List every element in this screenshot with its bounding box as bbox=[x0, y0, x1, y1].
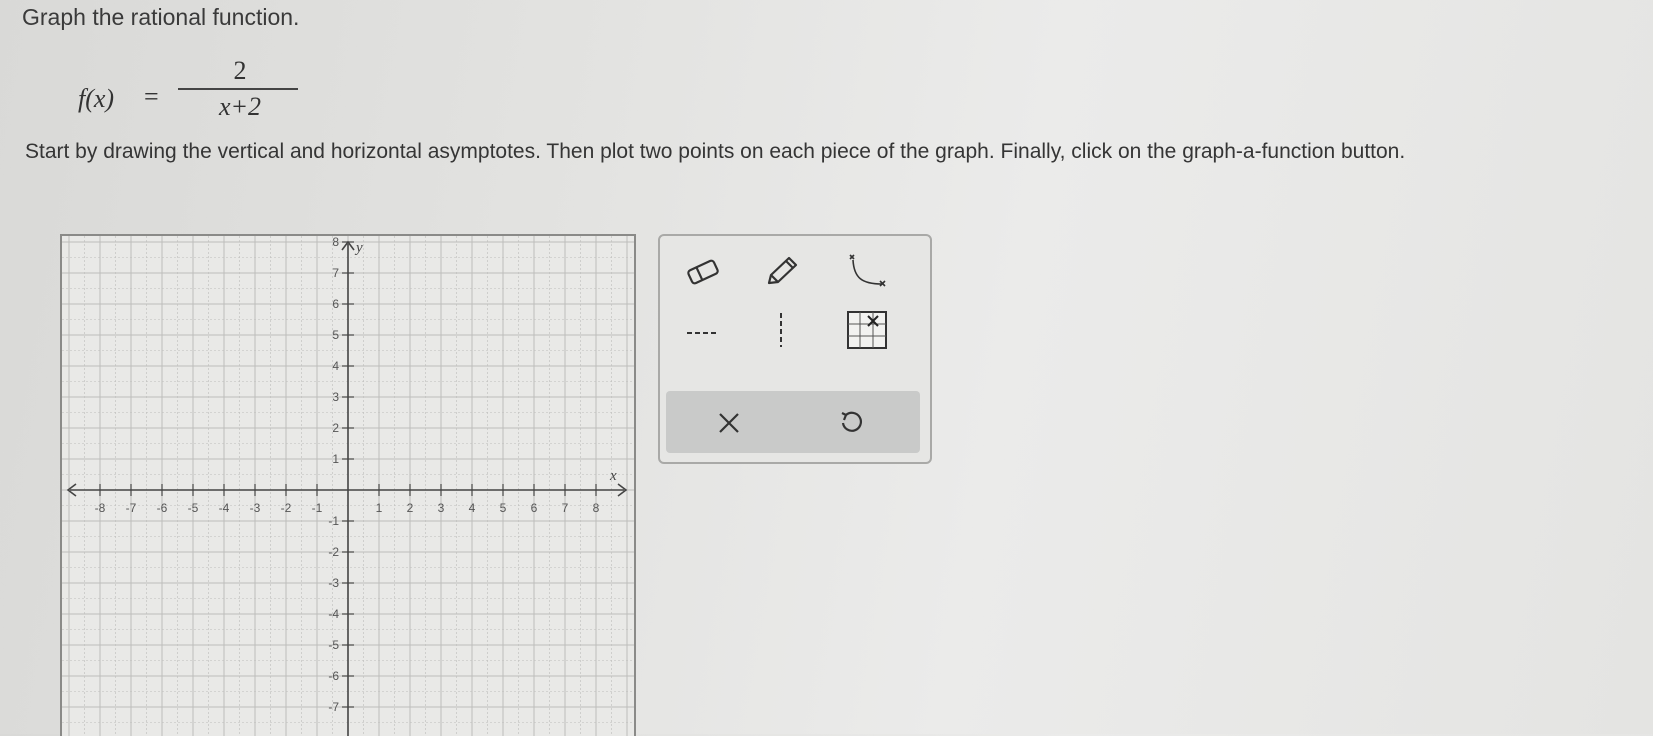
y-tick-label: 7 bbox=[332, 266, 339, 280]
graph-function-icon[interactable] bbox=[836, 248, 896, 296]
fraction-bar bbox=[178, 88, 298, 90]
coordinate-grid[interactable]: x y -8 -7 -6 -5 -4 -3 -2 -1 1 2 3 4 5 6 7 8 8 7 6 5 4 3 2 1 -1 -2 -3… bbox=[62, 236, 634, 736]
graph-canvas[interactable]: x y -8 -7 -6 -5 -4 -3 -2 -1 1 2 3 4 5 6 7 8 8 7 6 5 4 3 2 1 -1 -2 -3… bbox=[60, 234, 636, 736]
y-tick-label: -4 bbox=[328, 607, 339, 621]
x-tick-label: 5 bbox=[500, 501, 507, 515]
denominator: x+2 bbox=[218, 92, 262, 121]
x-tick-label: -6 bbox=[157, 501, 168, 515]
y-tick-label: 8 bbox=[332, 236, 339, 249]
y-tick-label: -1 bbox=[328, 514, 339, 528]
function-lhs: f(x) bbox=[78, 84, 115, 113]
equals-sign: = bbox=[144, 82, 159, 111]
numerator: 2 bbox=[233, 56, 247, 85]
x-tick-label: -2 bbox=[281, 501, 292, 515]
graph-toolbox bbox=[658, 234, 932, 464]
function-formula: f(x) = 2 x+2 bbox=[78, 56, 318, 126]
x-tick-label: 8 bbox=[593, 501, 600, 515]
y-tick-label: 4 bbox=[332, 359, 339, 373]
x-tick-label: 3 bbox=[438, 501, 445, 515]
y-tick-label: 3 bbox=[332, 390, 339, 404]
x-tick-label: -5 bbox=[188, 501, 199, 515]
x-axis-label: x bbox=[609, 468, 617, 484]
y-axis-label: y bbox=[354, 240, 363, 256]
dashed-vertical-line-icon[interactable] bbox=[756, 308, 806, 352]
instructions-text: Start by drawing the vertical and horizo… bbox=[25, 140, 1406, 163]
y-tick-label: 6 bbox=[332, 297, 339, 311]
y-tick-label: 2 bbox=[332, 421, 339, 435]
x-tick-label: 6 bbox=[531, 501, 538, 515]
x-tick-label: 4 bbox=[469, 501, 476, 515]
x-tick-label: -8 bbox=[95, 501, 106, 515]
y-tick-label: 1 bbox=[332, 452, 339, 466]
y-tick-label: 5 bbox=[332, 328, 339, 342]
pencil-icon[interactable] bbox=[756, 250, 806, 294]
dashed-horizontal-line-icon[interactable] bbox=[678, 316, 728, 350]
y-tick-label: -3 bbox=[328, 576, 339, 590]
grid-point-icon[interactable] bbox=[842, 308, 892, 352]
x-tick-label: 2 bbox=[407, 501, 414, 515]
fraction: 2 x+2 bbox=[170, 56, 310, 122]
x-tick-label: 1 bbox=[376, 501, 383, 515]
x-tick-label: -4 bbox=[219, 501, 230, 515]
x-tick-label: -1 bbox=[312, 501, 323, 515]
question-title: Graph the rational function. bbox=[22, 4, 300, 30]
x-tick-label: -7 bbox=[126, 501, 137, 515]
eraser-icon[interactable] bbox=[678, 250, 728, 294]
x-icon[interactable] bbox=[704, 400, 754, 446]
y-tick-label: -7 bbox=[328, 700, 339, 714]
undo-icon[interactable] bbox=[826, 400, 876, 446]
y-tick-label: -2 bbox=[328, 545, 339, 559]
x-tick-label: -3 bbox=[250, 501, 261, 515]
x-tick-label: 7 bbox=[562, 501, 569, 515]
y-tick-label: -6 bbox=[328, 669, 339, 683]
y-tick-label: -5 bbox=[328, 638, 339, 652]
